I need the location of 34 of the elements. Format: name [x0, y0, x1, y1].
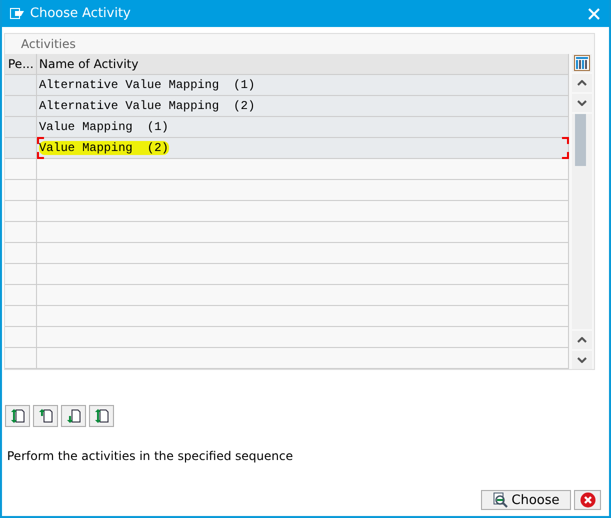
move-button[interactable] [5, 405, 30, 427]
table-title: Activities [21, 37, 76, 51]
table-cell[interactable]: Value Mapping (2) [39, 141, 169, 155]
columns-icon [574, 55, 590, 71]
cancel-button[interactable] [574, 490, 601, 510]
move-down-button[interactable] [61, 405, 86, 427]
document-arrows-icon [10, 408, 26, 424]
magnifier-icon [492, 492, 508, 508]
window-title: Choose Activity [30, 6, 132, 21]
scroll-track[interactable] [572, 114, 592, 329]
scroll-down-button[interactable] [572, 351, 592, 369]
column-settings-button[interactable] [572, 54, 592, 72]
column-header[interactable]: Name of Activity [37, 54, 569, 74]
hint-text: Perform the activities in the specified sequence [7, 449, 294, 463]
close-icon [580, 492, 596, 508]
document-arrows-icon [94, 408, 110, 424]
move-button[interactable] [89, 405, 114, 427]
scroll-up-button[interactable] [572, 331, 592, 349]
scroll-down-button[interactable] [572, 94, 592, 112]
move-up-button[interactable] [33, 405, 58, 427]
chevron-up-icon [577, 80, 587, 86]
document-up-icon [38, 408, 54, 424]
scroll-thumb[interactable] [575, 114, 586, 166]
scroll-up-button[interactable] [572, 74, 592, 92]
window-icon [10, 8, 24, 19]
chevron-down-icon [577, 100, 587, 106]
chevron-up-icon [577, 337, 587, 343]
column-header[interactable]: Pe... [5, 54, 37, 74]
focus-corner [562, 137, 569, 144]
choose-button[interactable]: Choose [481, 490, 571, 510]
chevron-down-icon [577, 357, 587, 363]
close-icon [588, 8, 600, 20]
table-cell[interactable]: Value Mapping (1) [39, 120, 169, 134]
document-down-icon [66, 408, 82, 424]
